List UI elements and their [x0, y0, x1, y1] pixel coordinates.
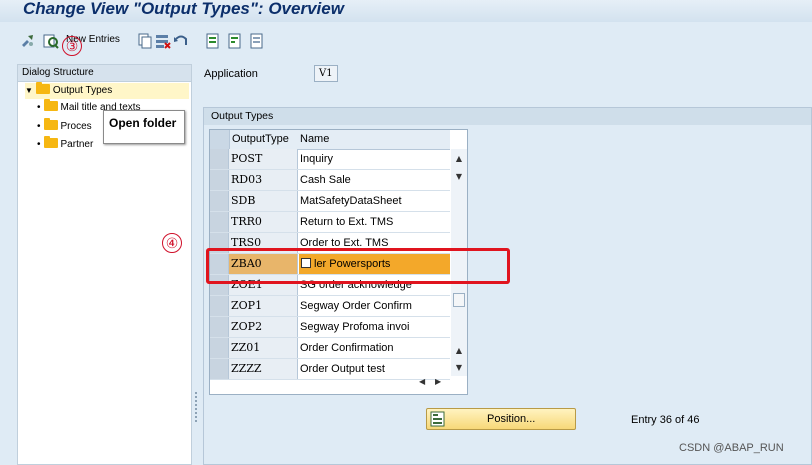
select-block-icon[interactable] [227, 33, 243, 49]
position-button[interactable]: Position... [426, 408, 576, 430]
row-selector[interactable] [210, 212, 229, 232]
other-view-icon[interactable] [43, 33, 59, 49]
scroll-up-icon[interactable]: ▲ [451, 151, 467, 167]
open-folder-icon [35, 82, 50, 94]
highlight-annotation-box [206, 248, 510, 284]
cell-outputtype: SDB [229, 191, 298, 211]
open-folder-tooltip: Open folder [103, 110, 185, 144]
page-up-icon[interactable]: ▲ [451, 343, 467, 359]
bullet-icon: • [37, 102, 41, 113]
delete-icon[interactable] [155, 33, 171, 49]
title-bar: Change View "Output Types": Overview [0, 0, 812, 22]
cell-name: Order Confirmation [300, 342, 394, 354]
cell-outputtype: ZOP1 [229, 296, 298, 316]
scroll-down-icon[interactable]: ▼ [451, 169, 467, 185]
table-row[interactable]: ZZ01 Order Confirmation [210, 338, 450, 359]
table-row[interactable]: ZOP1 Segway Order Confirm [210, 296, 450, 317]
output-types-group-title: Output Types [204, 108, 811, 125]
scroll-left-icon[interactable]: ◀ [419, 377, 425, 386]
table-row[interactable]: ZOP2 Segway Profoma invoi [210, 317, 450, 338]
step-3-callout: ③ [62, 36, 82, 56]
page-down-icon[interactable]: ▼ [451, 360, 467, 376]
tree-item-output-types[interactable]: ▼ Output Types [25, 82, 189, 99]
column-header-name[interactable]: Name [300, 133, 329, 145]
folder-icon [43, 99, 58, 111]
column-header-outputtype[interactable]: OutputType [232, 133, 289, 145]
application-field[interactable]: V1 [314, 65, 338, 82]
row-selector[interactable] [210, 296, 229, 316]
window-title: Change View "Output Types": Overview [23, 0, 344, 18]
cell-outputtype: POST [229, 149, 298, 169]
tree-item-processing[interactable]: • Proces [37, 118, 92, 135]
row-selector[interactable] [210, 191, 229, 211]
cell-outputtype: RD03 [229, 170, 298, 190]
table-header: OutputType Name [210, 130, 450, 150]
cell-name: Segway Profoma invoi [300, 321, 410, 333]
entry-status: Entry 36 of 46 [631, 414, 700, 426]
cell-name: Inquiry [300, 153, 334, 165]
watermark: CSDN @ABAP_RUN [679, 442, 784, 454]
bullet-icon: • [37, 121, 41, 132]
splitter-grip[interactable] [195, 392, 197, 422]
folder-icon [43, 136, 58, 148]
bullet-icon: • [37, 139, 41, 150]
row-selector[interactable] [210, 359, 229, 379]
cell-name: Return to Ext. TMS [300, 216, 394, 228]
horizontal-scrollbar[interactable]: ◀ ▶ [419, 376, 467, 393]
expand-arrow-icon[interactable]: ▼ [25, 86, 33, 95]
cell-name: Segway Order Confirm [300, 300, 412, 312]
select-all-icon[interactable] [205, 33, 221, 49]
cell-outputtype: ZZ01 [229, 338, 298, 358]
display-change-icon[interactable] [20, 33, 36, 49]
cell-outputtype: TRR0 [229, 212, 298, 232]
table-row[interactable]: SDB MatSafetyDataSheet [210, 191, 450, 212]
scrollbar-thumb[interactable] [453, 293, 465, 307]
table-row[interactable]: POST Inquiry [210, 149, 450, 170]
deselect-all-icon[interactable] [249, 33, 265, 49]
row-selector[interactable] [210, 338, 229, 358]
row-selector[interactable] [210, 317, 229, 337]
folder-icon [43, 118, 58, 130]
scroll-right-icon[interactable]: ▶ [435, 377, 441, 386]
row-selector[interactable] [210, 170, 229, 190]
table-row[interactable]: ZZZZ Order Output test [210, 359, 450, 380]
cell-name: Cash Sale [300, 174, 351, 186]
cell-outputtype: ZOP2 [229, 317, 298, 337]
copy-icon[interactable] [137, 33, 153, 49]
application-toolbar [0, 24, 812, 60]
dialog-structure-header: Dialog Structure [18, 65, 191, 82]
cell-outputtype: ZZZZ [229, 359, 298, 379]
table-row[interactable]: TRR0 Return to Ext. TMS [210, 212, 450, 233]
step-4-callout: ④ [162, 233, 182, 253]
panel-splitter[interactable] [193, 64, 199, 465]
application-label: Application [204, 68, 258, 80]
undo-icon[interactable] [173, 33, 189, 49]
row-selector[interactable] [210, 149, 229, 169]
position-button-label: Position... [487, 413, 536, 425]
table-row[interactable]: RD03 Cash Sale [210, 170, 450, 191]
tree-item-partner[interactable]: • Partner [37, 136, 93, 153]
select-all-rows-button[interactable] [210, 130, 230, 149]
cell-name: MatSafetyDataSheet [300, 195, 402, 207]
position-icon [430, 411, 446, 427]
